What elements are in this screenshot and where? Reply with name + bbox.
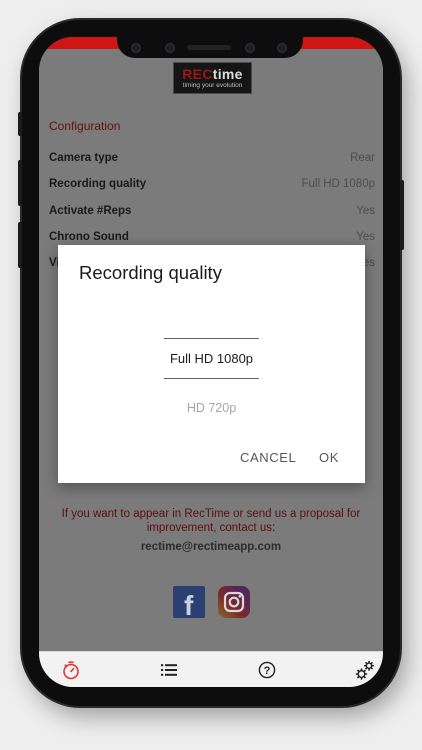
setting-row-recording-quality[interactable]: Recording quality Full HD 1080p [49, 178, 375, 194]
nav-help[interactable]: ? [237, 652, 297, 687]
stopwatch-icon [63, 661, 79, 680]
facebook-icon: f [184, 590, 194, 621]
recording-quality-dialog: Recording quality Full HD 1080p HD 720p … [58, 245, 365, 483]
nav-stopwatch[interactable] [41, 652, 101, 687]
setting-label: Activate #Reps [49, 205, 132, 217]
contact-email-link[interactable]: rectime@rectimeapp.com [39, 541, 383, 553]
picker-bottom-divider [164, 378, 259, 379]
picker-option[interactable]: HD 720p [58, 401, 365, 415]
setting-value: Yes [356, 205, 375, 217]
facebook-button[interactable]: f [173, 586, 205, 621]
instagram-icon [223, 591, 245, 613]
setting-label: Recording quality [49, 178, 147, 190]
facebook-glyph: f [184, 590, 194, 618]
logo-rec: REC [182, 66, 213, 82]
setting-value: Rear [350, 152, 375, 164]
help-icon: ? [258, 661, 276, 679]
instagram-button[interactable] [218, 586, 250, 618]
bottom-nav: ? [39, 651, 383, 687]
setting-value: Yes [356, 231, 375, 243]
contact-text: If you want to appear in RecTime or send… [61, 508, 361, 534]
setting-row-activate-reps[interactable]: Activate #Reps Yes [49, 205, 375, 221]
phone-power-button [400, 180, 404, 250]
dialog-title: Recording quality [79, 262, 222, 283]
ok-button[interactable]: OK [319, 450, 339, 465]
app-logo: RECtime timing your evolution [173, 62, 252, 94]
help-glyph: ? [264, 665, 271, 677]
cancel-button[interactable]: CANCEL [240, 450, 296, 465]
phone-mute-button [18, 112, 22, 136]
setting-value: Full HD 1080p [301, 178, 375, 190]
picker-top-divider [164, 338, 259, 339]
list-icon [161, 664, 177, 676]
setting-row-camera-type[interactable]: Camera type Rear [49, 152, 375, 168]
setting-label: Camera type [49, 152, 119, 164]
picker-option-selected[interactable]: Full HD 1080p [58, 351, 365, 366]
setting-label: Chrono Sound [49, 231, 129, 243]
section-title: Configuration [49, 119, 121, 133]
front-sensor [277, 43, 287, 53]
gears-icon [355, 660, 375, 680]
logo-brand: RECtime [174, 66, 251, 82]
phone-notch [117, 37, 303, 58]
nav-list[interactable] [139, 652, 199, 687]
front-sensor [131, 43, 141, 53]
speaker-grille [187, 45, 231, 50]
phone-volume-down-button [18, 222, 22, 268]
logo-tagline: timing your evolution [182, 82, 243, 89]
logo-time: time [212, 66, 243, 82]
front-sensor [245, 43, 255, 53]
nav-settings[interactable] [335, 652, 383, 687]
phone-volume-up-button [18, 160, 22, 206]
front-camera [165, 43, 175, 53]
